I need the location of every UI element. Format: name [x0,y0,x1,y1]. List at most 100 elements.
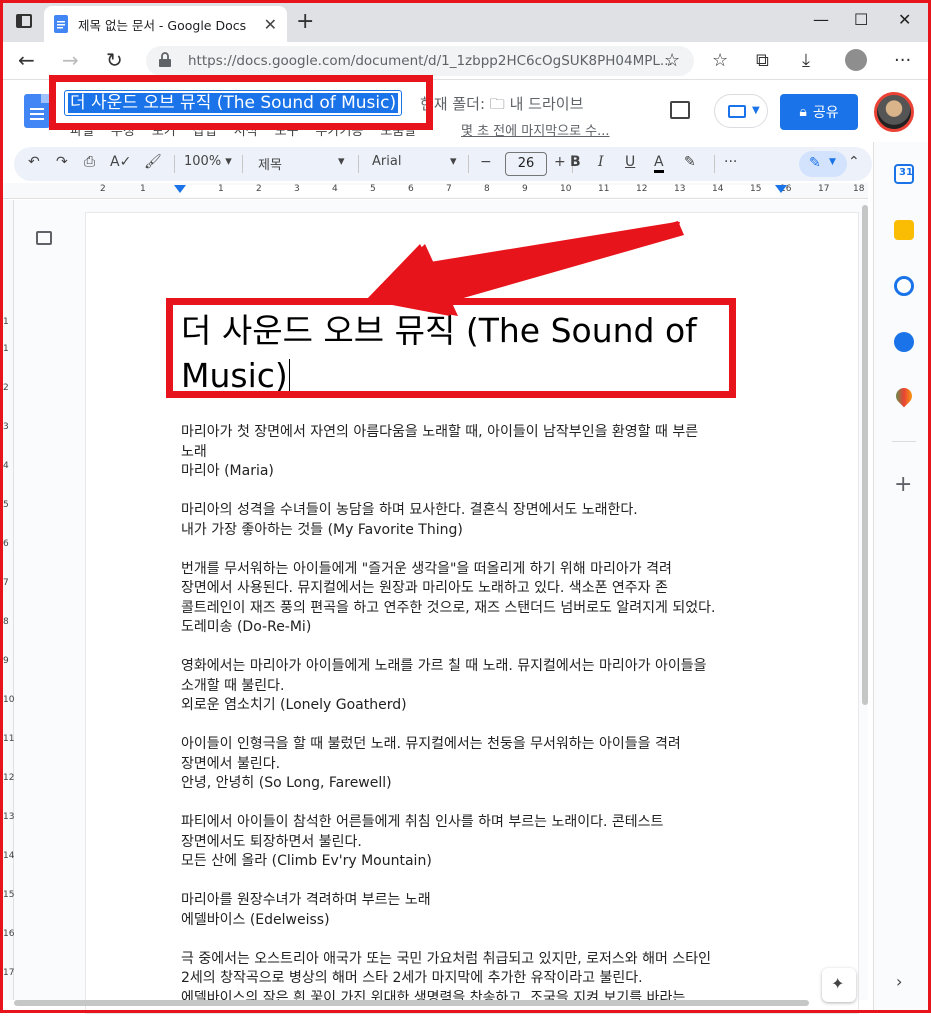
present-button[interactable]: ▼ [714,94,768,128]
favorites-icon[interactable]: ☆ [712,50,728,71]
more-options-icon[interactable]: ··· [724,154,737,170]
zoom-select[interactable]: 100% ▾ [184,154,232,169]
zoom-value: 100% [184,154,222,169]
paragraph-line: 극 중에서는 오스트리아 애국가 또는 국민 가요처럼 취급되고 있지만, 로저… [181,950,711,967]
ruler-number: 14 [3,851,15,861]
share-button[interactable]: 🔒︎ 공유 [780,94,858,130]
explore-button[interactable] [822,968,856,1002]
paragraph: 마리아의 성격을 수녀들이 농담을 하며 묘사한다. 결혼식 장면에서도 노래한… [181,501,801,540]
last-edit-link[interactable]: 몇 초 전에 마지막으로 수... [461,120,610,139]
lock-icon: 🔒︎ [799,104,807,120]
forward-icon[interactable]: → [62,48,79,72]
underline-icon[interactable]: U [625,154,635,170]
downloads-icon[interactable]: ⤓ [802,50,810,71]
font-size-input[interactable]: 26 [505,152,547,176]
contacts-icon[interactable] [894,332,914,352]
more-menu-icon[interactable]: ··· [894,50,911,71]
tab-actions-icon[interactable] [16,14,32,28]
add-addon-icon[interactable]: + [894,472,912,497]
paint-format-icon[interactable]: 🖌︎ [144,154,162,170]
user-avatar[interactable] [874,92,914,132]
toolbar-divider [242,155,243,173]
collections-icon[interactable]: ⧉ [756,50,769,71]
horizontal-scrollbar[interactable] [14,1000,809,1006]
document-body[interactable]: 마리아가 첫 장면에서 자연의 아름다움을 노래할 때, 아이들이 남작부인을 … [181,423,801,1028]
browser-tab-bar: 제목 없는 문서 - Google Docs ✕ + — ☐ ✕ [0,0,931,42]
toolbar-divider [358,155,359,173]
window-close-icon[interactable]: ✕ [898,10,911,29]
tab-close-icon[interactable]: ✕ [264,15,277,34]
horizontal-ruler[interactable]: 2 1 1 2 3 4 5 6 7 8 9 10 11 12 13 14 15 … [0,183,868,199]
toolbar-divider [174,155,175,173]
ruler-number: 10 [560,184,572,194]
keep-icon[interactable] [894,220,914,240]
url-text: https://docs.google.com/document/d/1_1zb… [188,53,673,69]
highlight-icon[interactable]: ✎ [684,154,696,170]
minimize-icon[interactable]: — [813,10,829,29]
ruler-number: 7 [3,578,9,588]
ruler-number: 8 [3,617,9,627]
paragraph: 아이들이 인형극을 할 때 불렀던 노래. 뮤지컬에서는 천둥을 무서워하는 아… [181,735,801,794]
maps-icon[interactable] [892,384,916,408]
hide-menus-chevron-up-icon[interactable]: ⌃ [848,154,860,170]
chevron-down-icon: ▼ [829,157,836,167]
new-tab-icon[interactable]: + [296,9,314,34]
editing-mode-button[interactable]: ✎ ▼ [799,151,847,177]
print-icon[interactable]: ⎙ [84,154,95,170]
url-field[interactable]: https://docs.google.com/document/d/1_1zb… [146,46,694,76]
share-label: 공유 [812,105,839,121]
paragraph: 마리아를 원장수녀가 격려하며 부르는 노래 에델바이스 (Edelweiss) [181,891,801,930]
ruler-number: 18 [853,184,865,194]
ruler-number: 11 [598,184,610,194]
italic-icon[interactable]: I [598,154,604,170]
favorite-add-icon[interactable]: ☆ [664,50,680,71]
increase-font-size-icon[interactable]: + [554,154,566,170]
ruler-number: 8 [484,184,490,194]
paragraph-line: 마리아를 원장수녀가 격려하며 부르는 노래 [181,892,431,908]
comment-history-icon[interactable] [670,101,690,119]
folder-location[interactable]: 현재 폴더: 🗀 내 드라이브 [420,93,583,119]
calendar-icon[interactable]: 31 [894,164,914,184]
ruler-number: 12 [3,773,15,783]
undo-icon[interactable]: ↶ [28,154,40,170]
paragraph-style-select[interactable]: 제목 ▾ [258,154,348,173]
bold-icon[interactable]: B [570,154,581,170]
annotation-box-title [49,75,433,130]
vertical-scrollbar[interactable] [862,205,868,705]
ruler-number: 1 [3,317,9,327]
left-indent-marker[interactable] [174,185,186,193]
spellcheck-icon[interactable]: A✓ [110,154,131,170]
ruler-number: 1 [140,184,146,194]
ruler-number: 4 [3,461,9,471]
paragraph-line: 마리아가 첫 장면에서 자연의 아름다움을 노래할 때, 아이들이 남작부인을 … [181,424,699,440]
ruler-number: 1 [218,184,224,194]
refresh-icon[interactable]: ↻ [106,48,123,72]
browser-tab[interactable]: 제목 없는 문서 - Google Docs ✕ [44,6,287,42]
ruler-number: 5 [3,500,9,510]
google-docs-logo-icon[interactable] [24,94,50,128]
decrease-font-size-icon[interactable]: − [480,154,492,170]
ruler-number: 7 [446,184,452,194]
tasks-icon[interactable] [894,276,914,296]
collapse-panel-chevron-icon[interactable]: › [896,972,902,991]
document-outline-icon[interactable] [36,231,52,245]
paragraph-line: 장면에서 사용된다. 뮤지컬에서는 원장과 마리아도 노래하고 있다. 색소폰 … [181,580,668,596]
redo-icon[interactable]: ↷ [56,154,68,170]
browser-profile-icon[interactable] [845,49,867,71]
font-select[interactable]: Arial ▾ [372,154,462,169]
text-color-icon[interactable]: A [654,154,664,173]
paragraph-line: 외로운 염소치기 (Lonely Goatherd) [181,697,407,713]
paragraph-line: 번개를 무서워하는 아이들에게 "즐거운 생각을"을 떠올리게 하기 위해 마리… [181,560,672,577]
ruler-number: 14 [712,184,724,194]
back-icon[interactable]: ← [18,48,35,72]
ruler-number: 16 [3,929,15,939]
paragraph-line: 소개할 때 불린다. [181,677,285,694]
paragraph-line: 장면에서도 퇴장하면서 불린다. [181,833,362,850]
paragraph-line: 아이들이 인형극을 할 때 불렀던 노래. 뮤지컬에서는 천둥을 무서워하는 아… [181,736,681,752]
vertical-ruler[interactable]: 1 1 2 3 4 5 6 7 8 9 10 11 12 13 14 15 16… [0,200,14,1000]
ruler-number: 2 [100,184,106,194]
folder-icon: 🗀 [489,95,505,113]
right-indent-marker[interactable] [775,185,787,193]
maximize-icon[interactable]: ☐ [854,10,868,29]
font-value: Arial [372,154,402,169]
